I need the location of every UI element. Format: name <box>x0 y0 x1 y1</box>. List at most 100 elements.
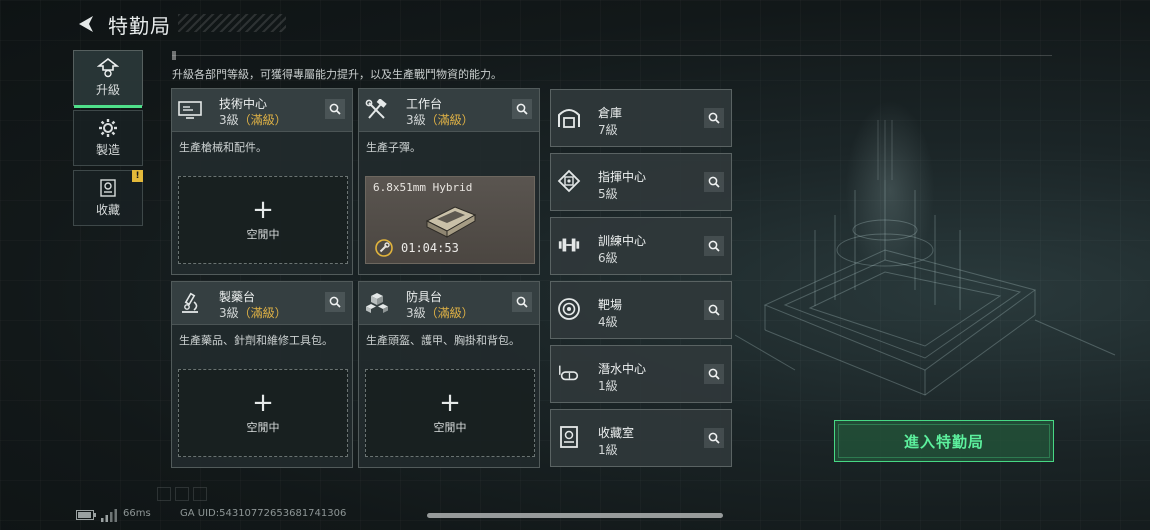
card-description: 生產藥品、針劑和維修工具包。 <box>179 334 333 347</box>
search-button[interactable] <box>704 108 724 128</box>
microscope-icon <box>178 292 202 314</box>
tab-upgrade[interactable]: 升級 <box>73 50 143 108</box>
level-value: 3級 <box>219 306 239 320</box>
level-value: 3級 <box>406 306 426 320</box>
card-title: 收藏室 <box>598 426 635 440</box>
card-workbench[interactable]: 工作台 3級（滿級） 生產子彈。 6.8x51mm Hybrid 01:04:5… <box>358 88 540 275</box>
magnifier-icon <box>516 103 528 115</box>
alert-badge: ! <box>132 170 143 182</box>
idle-slot[interactable]: + 空閒中 <box>178 176 348 264</box>
card-diving-center[interactable]: 潛水中心 1級 <box>550 345 732 403</box>
tab-collection-label: 收藏 <box>95 203 120 217</box>
target-icon <box>557 298 581 320</box>
magnifier-icon <box>329 296 341 308</box>
max-level-label: （滿級） <box>425 306 474 320</box>
title-decoration <box>178 14 286 32</box>
card-title: 倉庫 <box>598 106 623 120</box>
card-title: 防具台 <box>406 290 443 304</box>
diving-goggles-icon <box>557 362 581 384</box>
card-level: 1級 <box>598 379 618 393</box>
magnifier-icon <box>329 103 341 115</box>
user-uid: GA UID:54310772653681741306 <box>180 508 347 519</box>
max-level-label: （滿級） <box>238 306 287 320</box>
search-button[interactable] <box>704 236 724 256</box>
card-title: 靶場 <box>598 298 623 312</box>
card-command-center[interactable]: 指揮中心 5級 <box>550 153 732 211</box>
card-level: 5級 <box>598 187 618 201</box>
computer-monitor-icon <box>178 99 202 121</box>
plus-icon: + <box>252 388 274 418</box>
magnifier-icon <box>708 240 720 252</box>
base-glow <box>845 100 935 280</box>
tab-craft[interactable]: 製造 <box>73 110 143 166</box>
card-level: 3級（滿級） <box>219 111 287 128</box>
decorative-squares <box>157 487 207 501</box>
card-level: 6級 <box>598 251 618 265</box>
warehouse-icon <box>557 106 581 128</box>
plus-icon: + <box>252 195 274 225</box>
signal-icon <box>101 509 117 522</box>
wrench-timer-icon <box>375 239 393 257</box>
card-description: 生產頭盔、護甲、胸掛和背包。 <box>366 334 520 347</box>
card-header: 製藥台 3級（滿級） <box>172 282 352 325</box>
tab-collection[interactable]: 收藏 ! <box>73 170 143 226</box>
card-pharmacy[interactable]: 製藥台 3級（滿級） 生產藥品、針劑和維修工具包。 + 空閒中 <box>171 281 353 468</box>
ping-readout: 66ms <box>123 508 151 519</box>
tab-craft-label: 製造 <box>95 143 120 157</box>
stacked-cubes-icon <box>365 292 389 314</box>
search-button[interactable] <box>325 99 345 119</box>
card-collection-room[interactable]: 收藏室 1級 <box>550 409 732 467</box>
tab-upgrade-label: 升級 <box>95 83 120 97</box>
collection-icon <box>99 178 117 198</box>
dumbbell-icon <box>557 234 581 256</box>
magnifier-icon <box>708 432 720 444</box>
card-description: 生產槍械和配件。 <box>179 141 267 154</box>
search-button[interactable] <box>512 99 532 119</box>
hammer-wrench-icon <box>365 99 389 121</box>
max-level-label: （滿級） <box>238 113 287 127</box>
search-button[interactable] <box>704 428 724 448</box>
page-description: 升級各部門等級，可獲得專屬能力提升，以及生產戰鬥物資的能力。 <box>172 68 502 81</box>
card-level: 7級 <box>598 123 618 137</box>
card-header: 工作台 3級（滿級） <box>359 89 539 132</box>
magnifier-icon <box>708 176 720 188</box>
card-header: 技術中心 3級（滿級） <box>172 89 352 132</box>
idle-slot[interactable]: + 空閒中 <box>178 369 348 457</box>
card-armory[interactable]: 防具台 3級（滿級） 生產頭盔、護甲、胸掛和背包。 + 空閒中 <box>358 281 540 468</box>
search-button[interactable] <box>704 364 724 384</box>
base-illustration <box>735 120 1116 396</box>
card-title: 訓練中心 <box>598 234 647 248</box>
battery-icon <box>76 510 96 520</box>
card-warehouse[interactable]: 倉庫 7級 <box>550 89 732 147</box>
page-title: 特勤局 <box>108 13 171 38</box>
home-indicator[interactable] <box>427 513 723 518</box>
card-shooting-range[interactable]: 靶場 4級 <box>550 281 732 339</box>
enter-headquarters-button[interactable]: 進入特勤局 <box>834 420 1054 462</box>
card-training-center[interactable]: 訓練中心 6級 <box>550 217 732 275</box>
card-title: 製藥台 <box>219 290 256 304</box>
idle-label: 空閒中 <box>246 421 280 434</box>
card-level: 4級 <box>598 315 618 329</box>
search-button[interactable] <box>704 300 724 320</box>
card-header: 防具台 3級（滿級） <box>359 282 539 325</box>
search-button[interactable] <box>512 292 532 312</box>
magnifier-icon <box>516 296 528 308</box>
plus-icon: + <box>439 388 461 418</box>
search-button[interactable] <box>704 172 724 192</box>
magnifier-icon <box>708 304 720 316</box>
idle-slot[interactable]: + 空閒中 <box>365 369 535 457</box>
production-item-name: 6.8x51mm Hybrid <box>373 181 473 194</box>
ammo-box-icon <box>425 206 477 238</box>
card-tech-center[interactable]: 技術中心 3級（滿級） 生產槍械和配件。 + 空閒中 <box>171 88 353 275</box>
enter-button-label: 進入特勤局 <box>903 432 984 451</box>
upgrade-icon <box>97 58 119 78</box>
craft-gear-icon <box>98 118 118 138</box>
card-level: 1級 <box>598 443 618 457</box>
production-slot[interactable]: 6.8x51mm Hybrid 01:04:53 <box>365 176 535 264</box>
back-arrow-icon[interactable] <box>72 10 100 38</box>
magnifier-icon <box>708 368 720 380</box>
card-level: 3級（滿級） <box>219 304 287 321</box>
card-level: 3級（滿級） <box>406 111 474 128</box>
search-button[interactable] <box>325 292 345 312</box>
magnifier-icon <box>708 112 720 124</box>
